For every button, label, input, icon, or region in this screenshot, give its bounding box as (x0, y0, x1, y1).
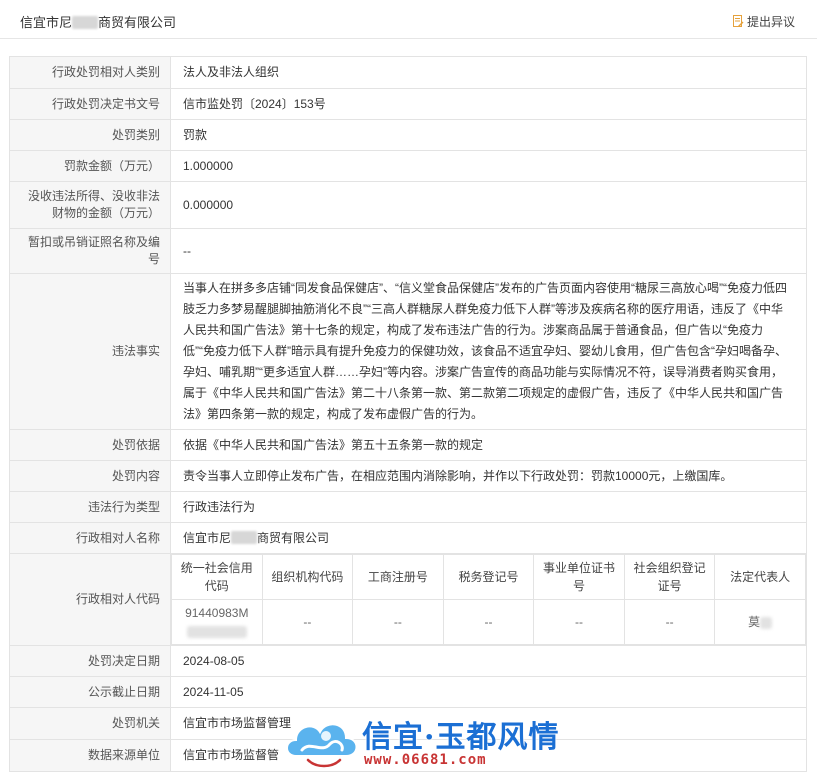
table-row: 行政处罚相对人类别 法人及非法人组织 (9, 56, 807, 89)
representative-value: 莫 (748, 615, 761, 629)
party-name-prefix: 信宜市尼 (183, 530, 232, 545)
row-label: 数据来源单位 (9, 739, 171, 772)
code-value: -- (533, 599, 625, 645)
penalty-info-table: 行政处罚相对人类别 法人及非法人组织 行政处罚决定书文号 信市监处罚〔2024〕… (9, 56, 807, 772)
code-column-header: 工商注册号 (352, 554, 444, 600)
row-label: 行政处罚相对人类别 (9, 56, 171, 89)
table-row: 行政相对人名称 信宜市尼 商贸有限公司 (9, 522, 807, 554)
row-label: 行政相对人名称 (9, 522, 171, 554)
row-value: 0.000000 (170, 181, 807, 229)
company-name-prefix: 信宜市尼 (20, 15, 73, 30)
objection-label: 提出异议 (746, 15, 795, 29)
table-row: 暂扣或吊销证照名称及编号 -- (9, 228, 807, 274)
code-value: -- (623, 599, 716, 645)
redacted-blur (72, 16, 99, 29)
row-label: 违法行为类型 (9, 491, 171, 523)
document-edit-icon (732, 15, 744, 27)
table-row: 罚款金额（万元） 1.000000 (9, 150, 807, 182)
table-row: 行政处罚决定书文号 信市监处罚〔2024〕153号 (9, 88, 807, 120)
row-value: 法人及非法人组织 (170, 56, 807, 89)
table-row: 处罚决定日期 2024-08-05 (9, 645, 807, 677)
objection-button[interactable]: 提出异议 (732, 13, 795, 30)
redacted-blur (186, 625, 247, 638)
redacted-blur (231, 530, 258, 544)
row-value: 责令当事人立即停止发布广告，在相应范围内消除影响，并作以下行政处罚：罚款1000… (170, 460, 807, 492)
site-watermark: 信宜·玉都风情 www.06681.com (282, 708, 558, 774)
party-code-table: 统一社会信用代码 组织机构代码 工商注册号 税务登记号 事业单位证书号 社会组织… (171, 554, 806, 645)
table-row: 公示截止日期 2024-11-05 (9, 676, 807, 708)
row-label: 行政相对人代码 (9, 553, 171, 646)
code-value-representative: 莫 (714, 599, 806, 645)
row-label: 处罚依据 (9, 429, 171, 461)
violation-facts-text: 当事人在拼多多店铺“同发食品保健店”、“信义堂食品保健店”发布的广告页面内容使用… (183, 281, 787, 421)
row-value: -- (170, 228, 807, 274)
code-value: -- (352, 599, 444, 645)
row-label: 违法事实 (9, 273, 171, 430)
row-label: 罚款金额（万元） (9, 150, 171, 182)
watermark-url: www.06681.com (364, 752, 487, 768)
table-row: 处罚类别 罚款 (9, 119, 807, 151)
table-row: 行政相对人代码 统一社会信用代码 组织机构代码 工商注册号 税务登记号 事业单位… (9, 553, 807, 646)
redacted-blur (760, 616, 773, 629)
row-value: 2024-08-05 (170, 645, 807, 677)
row-value: 行政违法行为 (170, 491, 807, 523)
code-column-header: 社会组织登记证号 (623, 554, 716, 600)
row-label: 处罚内容 (9, 460, 171, 492)
table-row: 没收违法所得、没收非法财物的金额（万元） 0.000000 (9, 181, 807, 229)
row-label: 处罚类别 (9, 119, 171, 151)
company-title: 信宜市尼 商贸有限公司 (20, 12, 176, 31)
code-column-header: 组织机构代码 (261, 554, 354, 600)
row-label: 没收违法所得、没收非法财物的金额（万元） (9, 181, 171, 229)
watermark-title: 信宜·玉都风情 (362, 720, 560, 755)
code-value: -- (442, 599, 535, 645)
row-label: 暂扣或吊销证照名称及编号 (9, 228, 171, 274)
credit-code-value: 91440983M (185, 606, 249, 620)
row-label: 公示截止日期 (9, 676, 171, 708)
row-value: 依据《中华人民共和国广告法》第五十五条第一款的规定 (170, 429, 807, 461)
code-value-row: 91440983M -- -- -- -- -- 莫 (171, 599, 806, 645)
table-row: 处罚依据 依据《中华人民共和国广告法》第五十五条第一款的规定 (9, 429, 807, 461)
row-value: 信市监处罚〔2024〕153号 (170, 88, 807, 120)
code-column-header: 法定代表人 (714, 554, 806, 600)
row-value: 2024-11-05 (170, 676, 807, 708)
row-label: 行政处罚决定书文号 (9, 88, 171, 120)
code-column-header: 税务登记号 (442, 554, 535, 600)
row-value: 信宜市尼 商贸有限公司 (170, 522, 807, 554)
code-column-header: 统一社会信用代码 (171, 554, 263, 600)
row-label: 处罚机关 (9, 707, 171, 740)
code-header-row: 统一社会信用代码 组织机构代码 工商注册号 税务登记号 事业单位证书号 社会组织… (171, 554, 806, 600)
party-code-cell: 统一社会信用代码 组织机构代码 工商注册号 税务登记号 事业单位证书号 社会组织… (170, 553, 807, 646)
table-row: 处罚内容 责令当事人立即停止发布广告，在相应范围内消除影响，并作以下行政处罚：罚… (9, 460, 807, 492)
cloud-logo-icon (286, 723, 358, 768)
table-row: 违法行为类型 行政违法行为 (9, 491, 807, 523)
party-name-suffix: 商贸有限公司 (257, 530, 330, 545)
row-value: 1.000000 (170, 150, 807, 182)
row-value: 罚款 (170, 119, 807, 151)
row-label: 处罚决定日期 (9, 645, 171, 677)
page-header: 信宜市尼 商贸有限公司 提出异议 (0, 0, 817, 39)
code-value-credit: 91440983M (171, 599, 263, 645)
code-column-header: 事业单位证书号 (533, 554, 625, 600)
table-row: 违法事实 当事人在拼多多店铺“同发食品保健店”、“信义堂食品保健店”发布的广告页… (9, 273, 807, 430)
row-value: 当事人在拼多多店铺“同发食品保健店”、“信义堂食品保健店”发布的广告页面内容使用… (170, 273, 807, 430)
code-value: -- (261, 599, 354, 645)
company-name-suffix: 商贸有限公司 (98, 15, 177, 30)
